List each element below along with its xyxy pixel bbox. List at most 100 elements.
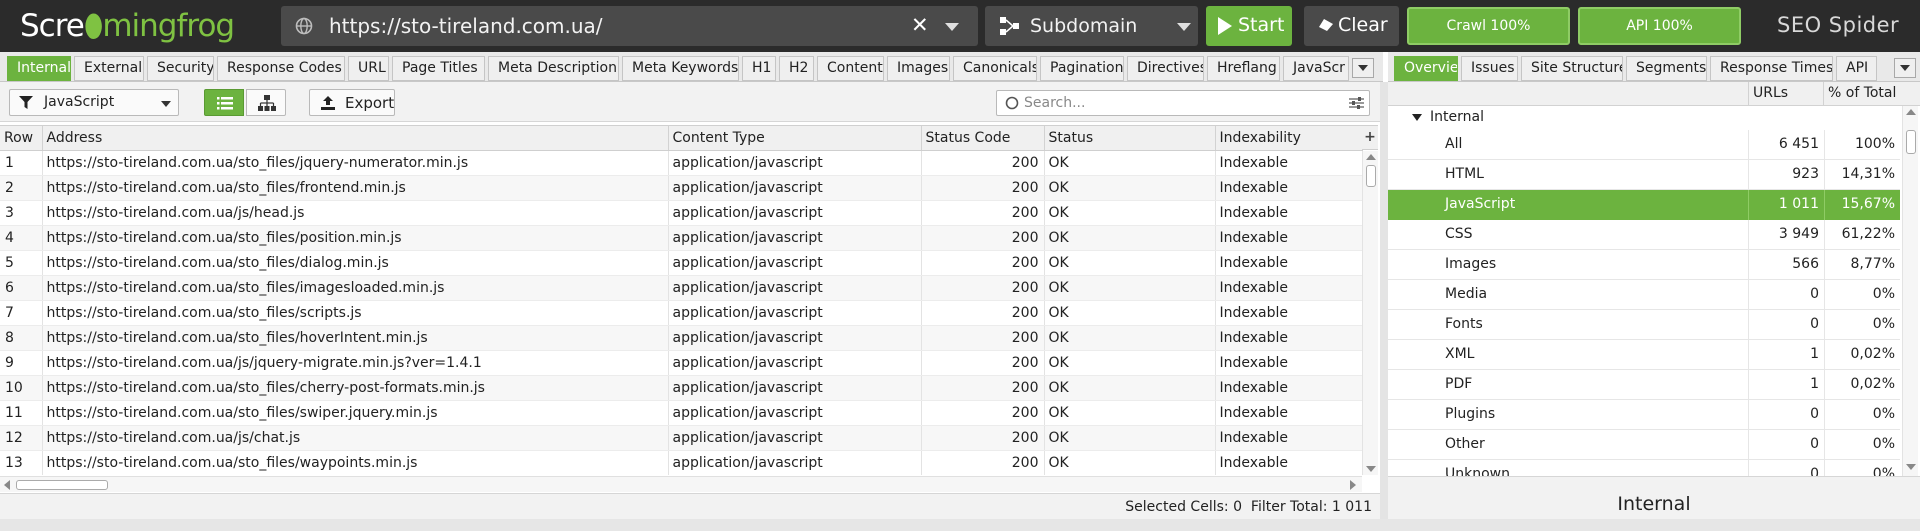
tab-api[interactable]: API bbox=[1836, 56, 1877, 81]
cell-indexability: Indexable bbox=[1215, 350, 1363, 376]
overview-item-media[interactable]: Media 0 0% bbox=[1388, 280, 1900, 310]
table-row[interactable]: 10 https://sto-tireland.com.ua/sto_files/… bbox=[0, 375, 1363, 401]
scroll-thumb[interactable] bbox=[16, 480, 108, 490]
filter-select[interactable]: JavaScript bbox=[9, 89, 179, 116]
table-row[interactable]: 8 https://sto-tireland.com.ua/sto_files/h… bbox=[0, 325, 1363, 351]
overview-item-fonts[interactable]: Fonts 0 0% bbox=[1388, 310, 1900, 340]
sliders-icon[interactable] bbox=[1349, 96, 1364, 110]
tab-javascript[interactable]: JavaScr bbox=[1283, 56, 1349, 81]
tab-response-codes[interactable]: Response Codes bbox=[217, 56, 345, 81]
table-row[interactable]: 1 https://sto-tireland.com.ua/sto_files/j… bbox=[0, 150, 1363, 176]
overview-item-plugins[interactable]: Plugins 0 0% bbox=[1388, 400, 1900, 430]
table-row[interactable]: 4 https://sto-tireland.com.ua/sto_files/p… bbox=[0, 225, 1363, 251]
overview-item-css[interactable]: CSS 3 949 61,22% bbox=[1388, 220, 1900, 250]
table-row[interactable]: 12 https://sto-tireland.com.ua/js/chat.js… bbox=[0, 425, 1363, 451]
overview-vertical-scrollbar[interactable] bbox=[1902, 106, 1918, 476]
table-row[interactable]: 2 https://sto-tireland.com.ua/sto_files/f… bbox=[0, 175, 1363, 201]
clear-url-icon[interactable]: ✕ bbox=[911, 13, 929, 37]
tab-meta-keywords[interactable]: Meta Keywords bbox=[622, 56, 739, 81]
expand-triangle-icon[interactable] bbox=[1412, 114, 1422, 121]
panel-splitter[interactable] bbox=[1380, 82, 1388, 531]
column-header-status-code[interactable]: Status Code bbox=[921, 126, 1045, 151]
tab-content[interactable]: Content bbox=[817, 56, 884, 81]
table-row[interactable]: 13 https://sto-tireland.com.ua/sto_files/… bbox=[0, 450, 1363, 475]
table-row[interactable]: 7 https://sto-tireland.com.ua/sto_files/s… bbox=[0, 300, 1363, 326]
tab-directives[interactable]: Directives bbox=[1127, 56, 1204, 81]
url-input[interactable]: https://sto-tireland.com.ua/ bbox=[329, 14, 603, 38]
tab-h2[interactable]: H2 bbox=[779, 56, 814, 81]
add-column-icon[interactable]: + bbox=[1362, 126, 1378, 150]
export-button[interactable]: Export bbox=[309, 89, 395, 116]
column-header-address[interactable]: Address bbox=[42, 126, 669, 151]
tab-overview[interactable]: Overview bbox=[1394, 56, 1458, 81]
cell-row: 1 bbox=[0, 150, 43, 176]
tab-pagination[interactable]: Pagination bbox=[1040, 56, 1124, 81]
tab-url[interactable]: URL bbox=[348, 56, 389, 81]
column-header-indexability[interactable]: Indexability bbox=[1215, 126, 1363, 151]
table-row[interactable]: 3 https://sto-tireland.com.ua/js/head.js a… bbox=[0, 200, 1363, 226]
cell-content-type: application/javascript bbox=[668, 150, 922, 176]
overview-item-javascript[interactable]: JavaScript 1 011 15,67% bbox=[1388, 190, 1900, 220]
column-header-row[interactable]: Row bbox=[0, 126, 43, 151]
tab-site-structure[interactable]: Site Structure bbox=[1521, 56, 1623, 81]
overview-group-internal[interactable]: Internal bbox=[1388, 106, 1900, 130]
table-row[interactable]: 5 https://sto-tireland.com.ua/sto_files/d… bbox=[0, 250, 1363, 276]
tab-external[interactable]: External bbox=[74, 56, 144, 81]
api-progress-button[interactable]: API 100% bbox=[1578, 7, 1741, 45]
overview-item-other[interactable]: Other 0 0% bbox=[1388, 430, 1900, 460]
scroll-thumb[interactable] bbox=[1906, 130, 1916, 154]
table-vertical-scrollbar[interactable] bbox=[1362, 151, 1378, 475]
tab-canonicals[interactable]: Canonicals bbox=[953, 56, 1037, 81]
tab-segments[interactable]: Segments bbox=[1626, 56, 1707, 81]
overview-item-xml[interactable]: XML 1 0,02% bbox=[1388, 340, 1900, 370]
tree-icon bbox=[258, 95, 276, 111]
crawl-progress-button[interactable]: Crawl 100% bbox=[1407, 7, 1570, 45]
more-tabs-icon[interactable] bbox=[1352, 58, 1374, 78]
cell-status-code: 200 bbox=[921, 150, 1045, 176]
overview-item-all[interactable]: All 6 451 100% bbox=[1388, 130, 1900, 160]
tree-view-button[interactable] bbox=[246, 89, 286, 116]
crawl-mode-select[interactable]: Subdomain bbox=[985, 6, 1198, 46]
overview-item-unknown[interactable]: Unknown 0 0% bbox=[1388, 460, 1900, 476]
overview-item-pdf[interactable]: PDF 1 0,02% bbox=[1388, 370, 1900, 400]
scroll-right-icon[interactable] bbox=[1350, 480, 1356, 490]
scroll-up-icon[interactable] bbox=[1366, 154, 1376, 160]
tab-internal[interactable]: Internal bbox=[7, 56, 71, 81]
right-tab-strip: Overview Issues Site Structure Segments … bbox=[1388, 52, 1920, 82]
list-view-button[interactable] bbox=[204, 89, 244, 116]
clear-button[interactable]: Clear bbox=[1304, 6, 1399, 46]
cell-status-code: 200 bbox=[921, 225, 1045, 251]
tab-hreflang[interactable]: Hreflang bbox=[1207, 56, 1280, 81]
scroll-up-icon[interactable] bbox=[1906, 109, 1916, 115]
scroll-left-icon[interactable] bbox=[4, 480, 10, 490]
overview-item-html[interactable]: HTML 923 14,31% bbox=[1388, 160, 1900, 190]
tab-page-titles[interactable]: Page Titles bbox=[392, 56, 485, 81]
table-row[interactable]: 11 https://sto-tireland.com.ua/sto_files/… bbox=[0, 400, 1363, 426]
table-row[interactable]: 9 https://sto-tireland.com.ua/js/jquery-m… bbox=[0, 350, 1363, 376]
tab-h1[interactable]: H1 bbox=[742, 56, 776, 81]
search-input[interactable] bbox=[1024, 93, 1324, 113]
column-header-status[interactable]: Status bbox=[1044, 126, 1216, 151]
cell-status-code: 200 bbox=[921, 175, 1045, 201]
more-right-tabs-icon[interactable] bbox=[1894, 58, 1916, 78]
url-bar[interactable]: https://sto-tireland.com.ua/ ✕ bbox=[281, 6, 978, 46]
column-header-urls[interactable]: URLs bbox=[1753, 85, 1788, 101]
tab-issues[interactable]: Issues bbox=[1461, 56, 1518, 81]
url-history-dropdown-icon[interactable] bbox=[945, 23, 959, 31]
table-row[interactable]: 6 https://sto-tireland.com.ua/sto_files/i… bbox=[0, 275, 1363, 301]
tab-response-times[interactable]: Response Times bbox=[1710, 56, 1833, 81]
table-horizontal-scrollbar[interactable] bbox=[0, 476, 1362, 492]
column-header-content-type[interactable]: Content Type bbox=[668, 126, 922, 151]
cell-address: https://sto-tireland.com.ua/sto_files/ho… bbox=[42, 325, 669, 351]
scroll-down-icon[interactable] bbox=[1906, 464, 1916, 470]
product-name: SEO Spider bbox=[1777, 13, 1900, 37]
scroll-thumb[interactable] bbox=[1366, 165, 1376, 187]
tab-images[interactable]: Images bbox=[887, 56, 950, 81]
cell-indexability: Indexable bbox=[1215, 150, 1363, 176]
overview-item-images[interactable]: Images 566 8,77% bbox=[1388, 250, 1900, 280]
start-button[interactable]: Start bbox=[1206, 6, 1292, 46]
tab-security[interactable]: Security bbox=[147, 56, 214, 81]
column-header-pct[interactable]: % of Total bbox=[1828, 85, 1896, 101]
scroll-down-icon[interactable] bbox=[1366, 466, 1376, 472]
tab-meta-description[interactable]: Meta Description bbox=[488, 56, 619, 81]
